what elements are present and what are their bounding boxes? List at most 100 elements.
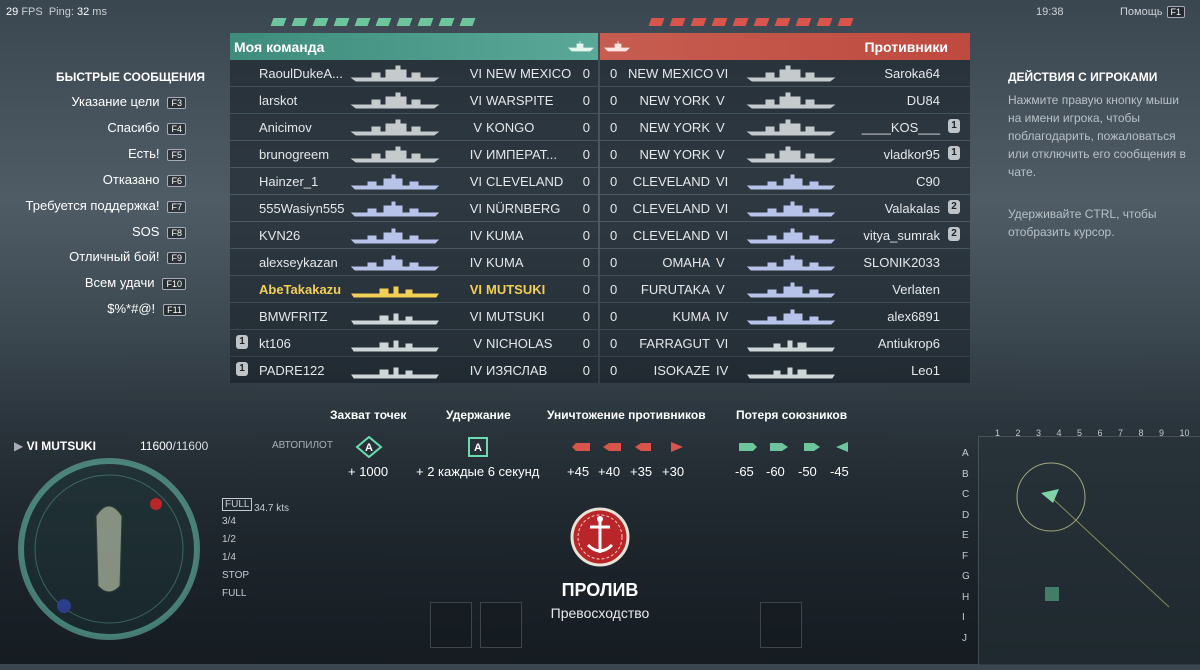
weapon-slot-torpedoes[interactable] bbox=[480, 602, 522, 648]
quick-message-label: Всем удачи bbox=[84, 275, 155, 291]
ally-player-row[interactable]: 1 PADRE122 IV ИЗЯСЛАВ 0 bbox=[230, 357, 598, 383]
enemy-frags: 0 bbox=[610, 282, 618, 297]
quick-message-label: Отличный бой! bbox=[69, 249, 160, 265]
enemy-player-row[interactable]: 0 NEW YORK V ____KOS___ 1 bbox=[600, 114, 970, 140]
ping-value: 32 bbox=[76, 6, 90, 18]
enemy-ship-silhouette bbox=[746, 306, 836, 326]
minimap-row-label: G bbox=[962, 571, 970, 582]
ally-player-name[interactable]: Anicimov bbox=[259, 120, 312, 135]
ally-player-name[interactable]: Hainzer_1 bbox=[259, 174, 318, 189]
minimap[interactable] bbox=[978, 436, 1200, 665]
ally-player-row[interactable]: larskot VI WARSPITE 0 bbox=[230, 87, 598, 113]
enemy-player-row[interactable]: 0 NEW MEXICO VI Saroka64 bbox=[600, 60, 970, 86]
ally-player-name[interactable]: PADRE122 bbox=[259, 363, 325, 378]
ally-player-row[interactable]: alexseykazan IV KUMA 0 bbox=[230, 249, 598, 275]
enemy-player-name[interactable]: vladkor95 bbox=[884, 147, 940, 162]
ally-player-row[interactable]: BMWFRITZ VI MUTSUKI 0 bbox=[230, 303, 598, 329]
ally-player-name[interactable]: kt106 bbox=[259, 336, 291, 351]
hold-point-icon: A bbox=[468, 437, 488, 457]
minimap-col-label: 8 bbox=[1138, 428, 1144, 438]
ally-player-name[interactable]: brunogreem bbox=[259, 147, 329, 162]
rule-capture-title: Захват точек bbox=[330, 408, 407, 422]
ally-player-row[interactable]: Anicimov V KONGO 0 bbox=[230, 114, 598, 140]
ally-ship-tier: IV bbox=[469, 147, 482, 162]
enemy-player-name[interactable]: Valakalas bbox=[885, 201, 940, 216]
enemy-player-row[interactable]: 0 CLEVELAND VI Valakalas 2 bbox=[600, 195, 970, 221]
enemy-player-row[interactable]: 0 CLEVELAND VI C90 bbox=[600, 168, 970, 194]
enemy-ship-name: NEW YORK bbox=[639, 93, 710, 108]
ally-player-row[interactable]: RaoulDukeA... VI NEW MEXICO 0 bbox=[230, 60, 598, 86]
ally-player-name[interactable]: AbeTakakazu bbox=[259, 282, 341, 297]
ally-score-mark bbox=[312, 18, 329, 26]
enemy-score-mark bbox=[648, 18, 665, 26]
enemy-player-name[interactable]: Saroka64 bbox=[884, 66, 940, 81]
enemy-player-row[interactable]: 0 OMAHA V SLONIK2033 bbox=[600, 249, 970, 275]
ally-frags: 0 bbox=[582, 228, 590, 243]
hp-max: /11600 bbox=[172, 439, 209, 453]
throttle-gear[interactable]: 1/2 bbox=[222, 534, 236, 545]
enemy-player-name[interactable]: C90 bbox=[916, 174, 940, 189]
quick-message-item[interactable]: Всем удачи F10 bbox=[84, 275, 186, 291]
ally-player-row[interactable]: brunogreem IV ИМПЕРАТ... 0 bbox=[230, 141, 598, 167]
enemy-player-row[interactable]: 0 ISOKAZE IV Leo1 bbox=[600, 357, 970, 383]
quick-message-item[interactable]: Спасибо F4 bbox=[107, 120, 186, 135]
enemy-player-name[interactable]: alex6891 bbox=[887, 309, 940, 324]
loss-value: -45 bbox=[830, 464, 849, 479]
quick-message-item[interactable]: Указание цели F3 bbox=[71, 94, 186, 109]
ally-player-row[interactable]: AbeTakakazu VI MUTSUKI 0 bbox=[230, 276, 598, 302]
enemy-player-name[interactable]: SLONIK2033 bbox=[863, 255, 940, 270]
ally-player-name[interactable]: RaoulDukeA... bbox=[259, 66, 343, 81]
roster-row: 1 PADRE122 IV ИЗЯСЛАВ 0 0 ISOKAZE IV Leo1 bbox=[230, 357, 970, 383]
enemy-frags: 0 bbox=[610, 120, 618, 135]
weapon-slot-main-battery[interactable] bbox=[430, 602, 472, 648]
quick-message-item[interactable]: Требуется поддержка! F7 bbox=[26, 198, 186, 213]
throttle-gear[interactable]: 1/4 bbox=[222, 552, 236, 563]
enemy-player-row[interactable]: 0 FARRAGUT VI Antiukrop6 bbox=[600, 330, 970, 356]
consumable-slot[interactable] bbox=[760, 602, 802, 648]
ally-player-name[interactable]: alexseykazan bbox=[259, 255, 338, 270]
quick-message-item[interactable]: $%*#@! F11 bbox=[107, 301, 186, 317]
throttle-gear[interactable]: STOP bbox=[222, 570, 249, 581]
autopilot-label[interactable]: АВТОПИЛОТ bbox=[272, 440, 333, 451]
roster-row: 1 kt106 V NICHOLAS 0 0 FARRAGUT VI Antiukrop6 bbox=[230, 330, 970, 356]
enemy-player-name[interactable]: Leo1 bbox=[911, 363, 940, 378]
quick-message-item[interactable]: SOS F8 bbox=[132, 224, 186, 239]
enemy-player-name[interactable]: ____KOS___ bbox=[862, 120, 940, 135]
enemy-player-name[interactable]: Antiukrop6 bbox=[878, 336, 940, 351]
ally-player-row[interactable]: Hainzer_1 VI CLEVELAND 0 bbox=[230, 168, 598, 194]
throttle-gear[interactable]: 3/4 bbox=[222, 516, 236, 527]
ally-player-name[interactable]: KVN26 bbox=[259, 228, 300, 243]
enemy-player-name[interactable]: vitya_sumrak bbox=[863, 228, 940, 243]
ally-player-name[interactable]: 555Wasiyn555 bbox=[259, 201, 345, 216]
enemy-player-row[interactable]: 0 NEW YORK V DU84 bbox=[600, 87, 970, 113]
enemy-player-row[interactable]: 0 FURUTAKA V Verlaten bbox=[600, 276, 970, 302]
destroyer-silhouette-icon bbox=[351, 313, 439, 325]
quick-message-item[interactable]: Отказано F6 bbox=[103, 172, 186, 187]
ally-score-mark bbox=[396, 18, 413, 26]
quick-message-item[interactable]: Отличный бой! F9 bbox=[69, 249, 186, 265]
ally-player-name[interactable]: larskot bbox=[259, 93, 297, 108]
ally-ship-silhouette bbox=[350, 306, 440, 326]
throttle-gear[interactable]: FULL bbox=[222, 498, 253, 511]
ally-ship-tier: IV bbox=[469, 363, 482, 378]
enemy-player-name[interactable]: DU84 bbox=[907, 93, 940, 108]
enemy-player-name[interactable]: Verlaten bbox=[892, 282, 940, 297]
enemy-player-row[interactable]: 0 KUMA IV alex6891 bbox=[600, 303, 970, 329]
quick-message-label: Отказано bbox=[102, 171, 160, 187]
enemy-score-mark bbox=[690, 18, 707, 26]
ally-player-row[interactable]: 1 kt106 V NICHOLAS 0 bbox=[230, 330, 598, 356]
ally-player-row[interactable]: 555Wasiyn555 VI NÜRNBERG 0 bbox=[230, 195, 598, 221]
enemy-player-row[interactable]: 0 NEW YORK Vvladkor95 1 bbox=[600, 141, 970, 167]
quick-message-item[interactable]: Есть! F5 bbox=[128, 146, 186, 161]
throttle-gear[interactable]: FULL bbox=[222, 588, 246, 599]
speed-readout: 34.7 kts bbox=[254, 503, 290, 514]
help-button[interactable]: Помощь F1 bbox=[1120, 6, 1186, 18]
enemy-ship-silhouette bbox=[746, 360, 836, 380]
enemy-player-row[interactable]: 0 CLEVELAND VI vitya_sumrak 2 bbox=[600, 222, 970, 248]
enemy-ship-name: FARRAGUT bbox=[639, 336, 710, 351]
ally-player-name[interactable]: BMWFRITZ bbox=[259, 309, 328, 324]
battleship-silhouette-icon bbox=[350, 119, 440, 136]
ally-frags: 0 bbox=[582, 363, 590, 378]
enemy-ship-silhouette bbox=[746, 117, 836, 137]
ally-player-row[interactable]: KVN26 IV KUMA 0 bbox=[230, 222, 598, 248]
